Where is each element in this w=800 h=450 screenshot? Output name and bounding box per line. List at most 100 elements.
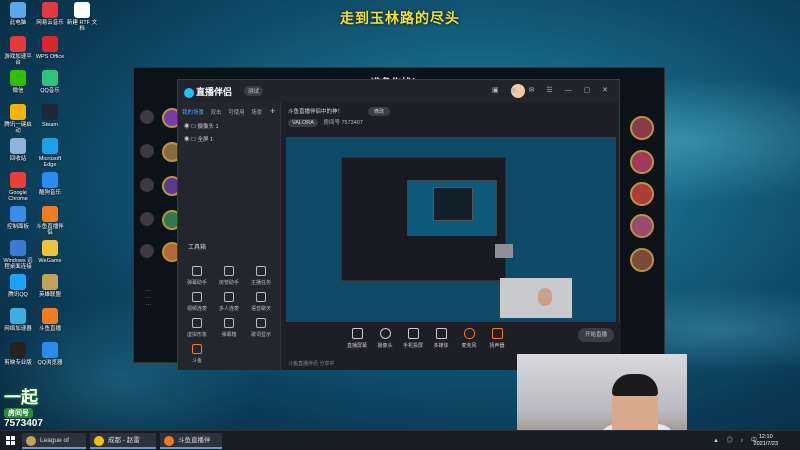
source-button[interactable]: 直播屏幕 [343,328,371,349]
desktop-icon[interactable]: Windows 远程桌面连接 [2,240,34,270]
desktop-icon[interactable]: 游戏加速平台 [2,36,34,66]
clock[interactable]: 12:10 2021/7/23 [754,434,778,448]
desktop-icon-label: 剪映专业版 [4,360,32,366]
tab-scene-1[interactable]: 双击 [211,110,222,116]
webcam-small-overlay [500,278,572,318]
desktop-icon[interactable]: 此电脑 [2,2,34,26]
category-pill[interactable]: VALORA [288,119,318,127]
taskbar-item-label: 斗鱼直播伴侣 [178,437,211,444]
taskbar-item[interactable]: 成都 - 赵雷 [90,433,156,449]
tab-scene-3[interactable]: 场景 [251,110,262,116]
app-icon [94,436,104,446]
streaming-app-window[interactable]: 直播伴侣 测试 ▣ ◉ ✉ ☰ — ▢ ✕ 我的场景 双击 可使用 场景 + ◉… [177,79,621,370]
add-scene-icon[interactable]: + [270,106,275,116]
tool-button[interactable]: 视频连麦 [184,292,210,312]
app-icon [10,274,26,290]
enemy-champion [630,150,654,174]
speaker-button[interactable]: 扬声器 [483,328,511,349]
source-button[interactable]: 多媒体 [427,328,455,349]
desktop-icon[interactable]: 英雄联盟 [34,274,66,298]
desktop-icon[interactable]: 微信 [2,70,34,94]
layer-item[interactable]: ◉ ☐ 摄像头 1 [184,122,219,130]
tab-scene-2[interactable]: 可使用 [228,110,245,116]
desktop-icon[interactable]: 回收站 [2,138,34,162]
app-logo: 直播伴侣 [184,85,232,98]
tool-button[interactable]: 斗鱼 [184,344,210,364]
desktop-icon[interactable]: 新建 RTF 文档 [66,2,98,32]
desktop-icon[interactable]: 网络加速器 [2,308,34,332]
desktop-icon-label: 控制面板 [6,224,29,230]
app-icon [10,104,26,120]
desktop-icon-label: 游戏加速平台 [4,54,32,66]
edit-title-button[interactable]: 修改 [368,107,391,116]
desktop-icon[interactable]: 网易云音乐 [34,2,66,26]
source-button[interactable]: 手机投屏 [399,328,427,349]
desktop-icon[interactable]: Google Chrome [2,172,34,202]
desktop-icon[interactable]: 斗鱼直播 [34,308,66,332]
taskbar-item-label: 成都 - 赵雷 [108,437,140,444]
app-icon [42,138,58,154]
desktop-icon[interactable]: WPS Office [34,36,66,60]
tool-button[interactable]: 多人连麦 [216,292,242,312]
app-icon [10,240,26,256]
app-icon [42,206,58,222]
desktop-icon[interactable]: Microsoft Edge [34,138,66,168]
desktop-icon-label: 微信 [12,88,24,94]
tool-button[interactable]: 歌词显示 [248,318,274,338]
layer-label: 全屏 1 [197,137,214,143]
overlay-room-number: 7573407 [4,418,43,429]
source-button[interactable]: 摄像头 [371,328,399,349]
start-stream-button[interactable]: 开始直播 [578,328,614,342]
tool-button[interactable]: 主播任务 [248,266,274,286]
desktop-icon[interactable]: 控制面板 [2,206,34,230]
app-icon [10,308,26,324]
desktop-icon-label: WPS Office [35,54,65,60]
desktop-icon-label: 斗鱼直播伴侣 [36,224,64,236]
tool-button[interactable]: 房管助手 [216,266,242,286]
desktop-icon-label: QQ浏览器 [37,360,63,366]
app-icon [42,240,58,256]
microphone-button[interactable]: 麦克风 [455,328,483,349]
desktop-icon[interactable]: 腾讯QQ [2,274,34,298]
app-icon [10,172,26,188]
room-number-overlay: 一起 房间号 7573407 [4,383,60,429]
preview-nested-window-2 [407,180,497,236]
layer-label: 摄像头 1 [197,124,219,130]
desktop-icon[interactable]: 斗鱼直播伴侣 [34,206,66,236]
desktop-icon[interactable]: QQ音乐 [34,70,66,94]
scene-panel: 我的场景 双击 可使用 场景 + ◉ ☐ 摄像头 1 ◉ ☐ 全屏 1 工具箱 … [178,102,281,370]
desktop-icon-label: 腾讯QQ [8,292,28,298]
preview-nested-window-3 [433,187,473,221]
desktop-icon-label: 酷狗音乐 [38,190,61,196]
app-icon [42,36,58,52]
desktop-icon[interactable]: 腾讯一键启动 [2,104,34,134]
app-icon [26,436,36,446]
layer-item[interactable]: ◉ ☐ 全屏 1 [184,135,213,143]
desktop-icon[interactable]: Steam [34,104,66,128]
taskbar-item[interactable]: 斗鱼直播伴侣 [160,433,222,449]
desktop-icon[interactable]: 剪映专业版 [2,342,34,366]
desktop-icon-label: Steam [42,122,58,128]
taskbar-item[interactable]: League of Legends [22,433,86,449]
desktop-icon[interactable]: 酷狗音乐 [34,172,66,196]
toolbox-label: 工具箱 [188,245,207,251]
tool-button[interactable]: 弹幕箱 [216,318,242,338]
logo-text: 直播伴侣 [196,87,233,97]
desktop-icon[interactable]: WeGame [34,240,66,264]
tool-button[interactable]: 虚拟形象 [184,318,210,338]
overlay-big-text: 一起 [4,388,38,408]
desktop-icon-label: 回收站 [9,156,27,162]
tool-button[interactable]: 弹幕助手 [184,266,210,286]
stream-title: 斗鱼直播伴侣中的神！ [288,109,344,115]
tab-scene-0[interactable]: 我的场景 [182,110,204,116]
status-text: 斗鱼直播伴侣 分享中 [288,361,335,367]
tool-button[interactable]: 语音聊天 [248,292,274,312]
app-icon [42,274,58,290]
window-controls[interactable]: ▣ ◉ ✉ ☰ — ▢ ✕ [492,86,613,94]
desktop-icon-label: 英雄联盟 [38,292,61,298]
desktop-banner: 走到玉林路的尽头 [340,11,460,27]
overlay-room-label: 房间号 [4,408,33,418]
windows-start-icon[interactable] [6,436,16,446]
desktop-icon[interactable]: QQ浏览器 [34,342,66,366]
room-number: 7573407 [341,120,363,126]
